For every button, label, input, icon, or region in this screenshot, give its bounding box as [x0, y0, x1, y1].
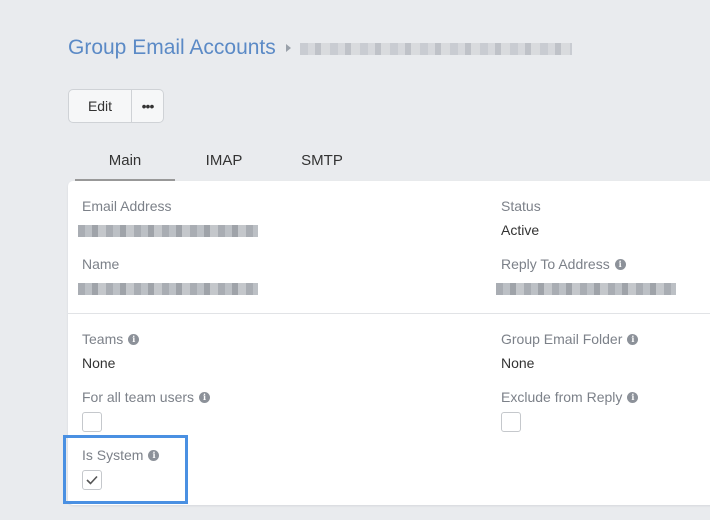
teams-label: Teams i	[82, 331, 140, 347]
page-header: Group Email Accounts	[68, 36, 572, 60]
info-icon[interactable]: i	[627, 391, 639, 403]
section-divider	[68, 313, 710, 314]
email-address-label: Email Address	[82, 198, 172, 214]
record-name-redacted	[299, 43, 572, 55]
more-actions-button[interactable]: •••	[132, 89, 164, 123]
status-label: Status	[501, 198, 541, 214]
tab-smtp[interactable]: SMTP	[273, 147, 371, 181]
teams-value: None	[82, 355, 116, 371]
reply-to-address-label: Reply To Address i	[501, 256, 676, 272]
teams-label-text: Teams	[82, 331, 124, 347]
tab-imap[interactable]: IMAP	[175, 147, 273, 181]
name-label: Name	[82, 256, 120, 272]
exclude-from-reply-field: Exclude from Reply i	[501, 389, 639, 432]
is-system-highlight-box	[63, 435, 188, 504]
for-all-team-users-checkbox[interactable]	[82, 412, 102, 432]
info-icon[interactable]: i	[128, 333, 140, 345]
breadcrumb-separator-icon	[285, 44, 291, 52]
for-all-team-users-field: For all team users i	[82, 389, 211, 432]
for-all-team-users-label-text: For all team users	[82, 389, 195, 405]
info-icon[interactable]: i	[627, 333, 639, 345]
name-value-redacted	[78, 283, 258, 295]
name-field: Name	[78, 256, 258, 295]
action-button-group: Edit •••	[68, 89, 164, 123]
status-value: Active	[501, 222, 540, 238]
tab-bar: Main IMAP SMTP	[75, 147, 371, 181]
edit-button[interactable]: Edit	[68, 89, 132, 123]
group-email-folder-value: None	[501, 355, 535, 371]
page-title[interactable]: Group Email Accounts	[68, 36, 276, 60]
for-all-team-users-label: For all team users i	[82, 389, 211, 405]
exclude-from-reply-label: Exclude from Reply i	[501, 389, 639, 405]
reply-to-address-field: Reply To Address i	[496, 256, 676, 295]
reply-to-address-label-text: Reply To Address	[501, 256, 610, 272]
email-address-value-redacted	[78, 225, 258, 237]
tab-main[interactable]: Main	[75, 147, 175, 181]
email-address-field: Email Address	[78, 198, 258, 237]
group-email-folder-field: Group Email Folder i None	[501, 331, 639, 371]
teams-field: Teams i None	[82, 331, 140, 371]
group-email-folder-label-text: Group Email Folder	[501, 331, 623, 347]
exclude-from-reply-label-text: Exclude from Reply	[501, 389, 623, 405]
status-field: Status Active	[501, 198, 541, 238]
exclude-from-reply-checkbox[interactable]	[501, 412, 521, 432]
info-icon[interactable]: i	[614, 258, 626, 270]
reply-to-address-value-redacted	[496, 283, 676, 295]
group-email-folder-label: Group Email Folder i	[501, 331, 639, 347]
info-icon[interactable]: i	[199, 391, 211, 403]
